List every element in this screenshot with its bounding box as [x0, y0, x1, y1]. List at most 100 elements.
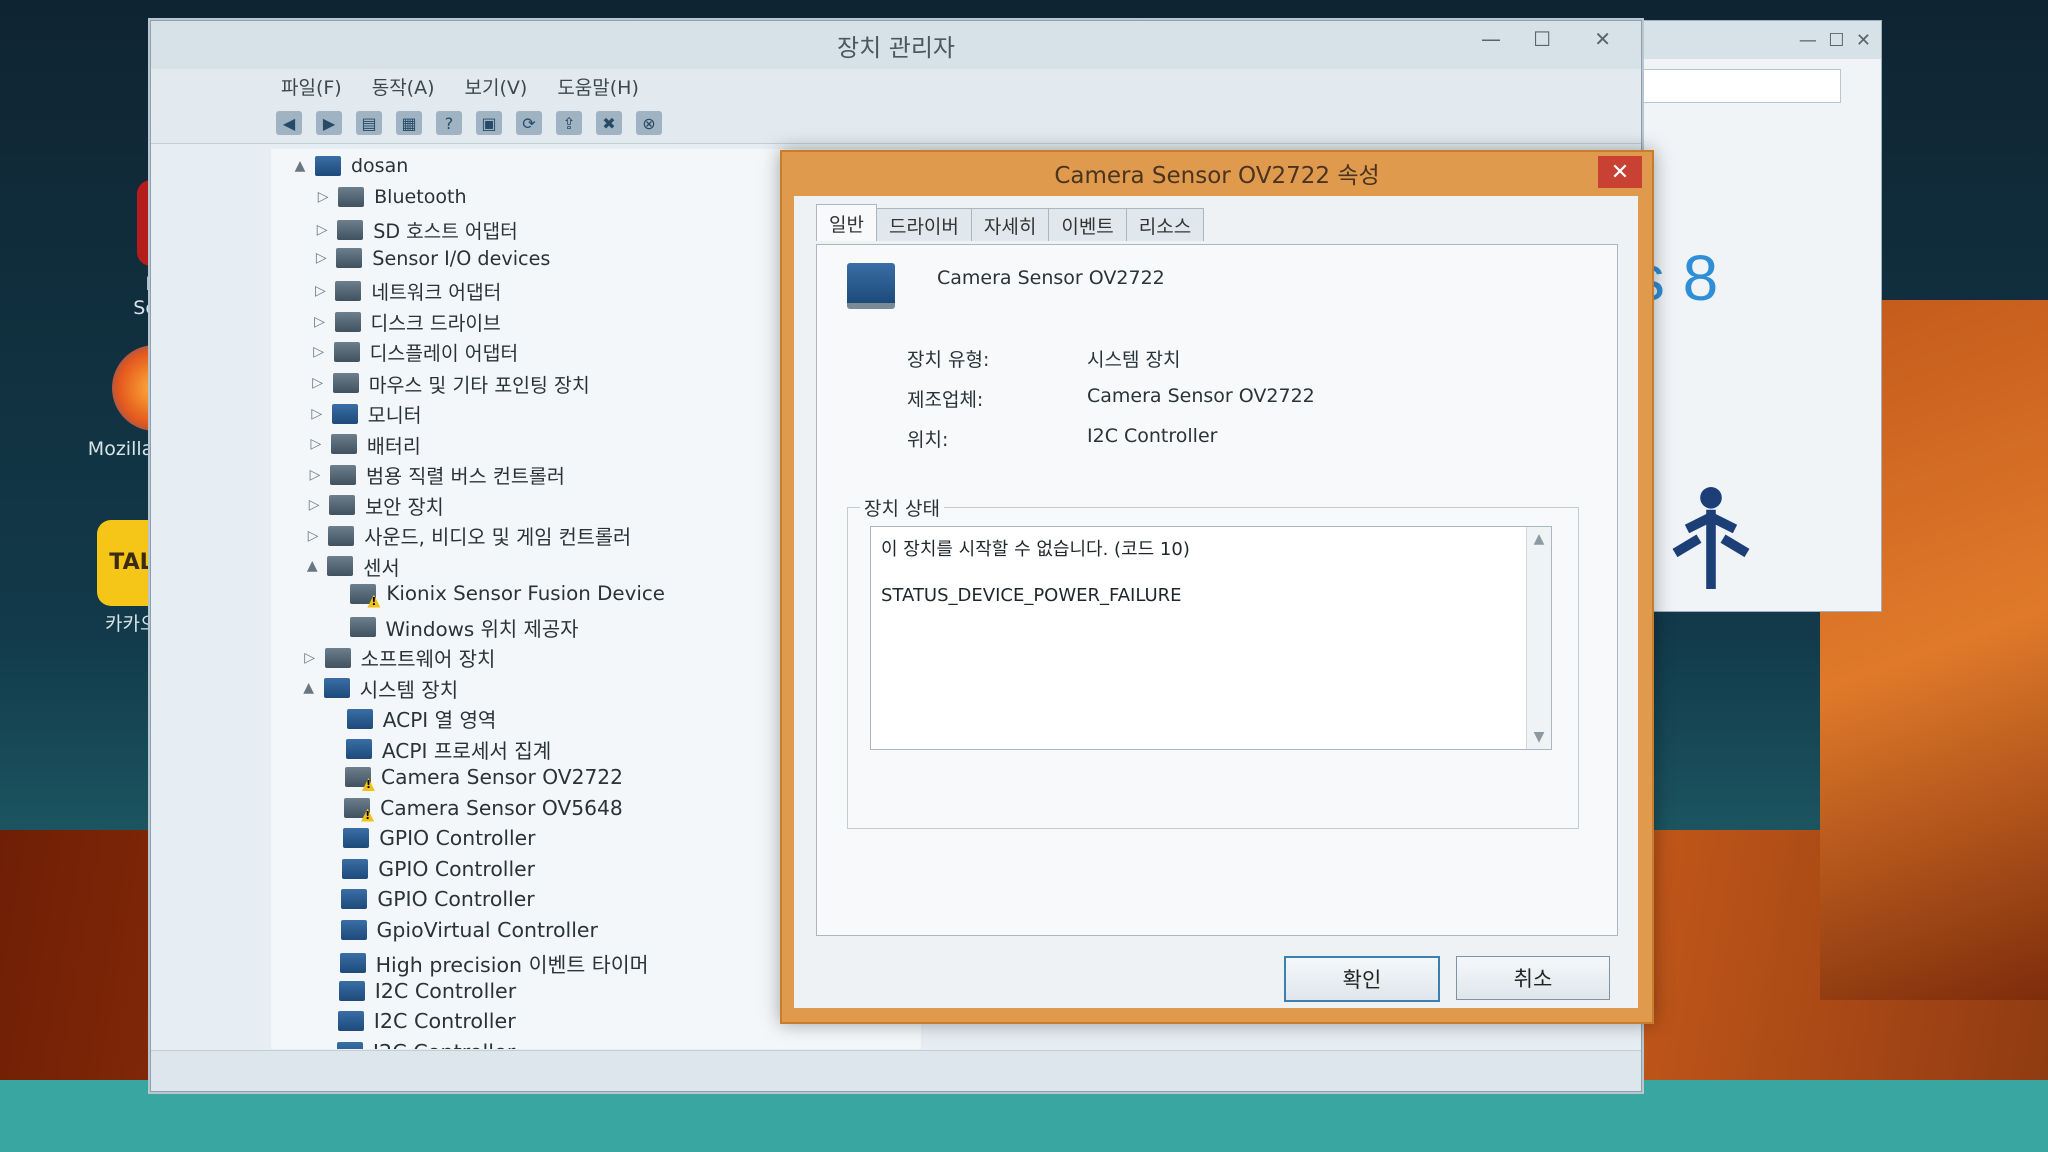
scroll-down-icon[interactable]: ▼: [1527, 729, 1551, 745]
devmgr-title: 장치 관리자: [836, 33, 956, 62]
expand-toggle-icon[interactable]: ▷: [311, 314, 329, 330]
tree-node[interactable]: GPIO Controller: [319, 826, 536, 850]
tree-node[interactable]: ▷ 소프트웨어 장치: [301, 643, 495, 672]
tree-node[interactable]: I2C Controller: [314, 1009, 516, 1033]
tree-node[interactable]: ▷ 디스크 드라이브: [311, 308, 501, 336]
tree-node[interactable]: Camera Sensor OV5648: [320, 796, 623, 820]
tree-node[interactable]: ▷ Bluetooth: [314, 186, 467, 208]
device-category-icon: [329, 495, 356, 515]
expand-toggle-icon[interactable]: ▷: [312, 250, 330, 266]
tree-node[interactable]: ▷ 마우스 및 기타 포인팅 장치: [309, 369, 590, 398]
menu-action[interactable]: 동작(A): [372, 73, 435, 100]
tree-node[interactable]: ▷ 보안 장치: [305, 491, 444, 520]
tree-node[interactable]: ACPI 프로세서 집계: [322, 735, 551, 764]
computer-device-icon: [339, 953, 366, 973]
tree-node[interactable]: ▷ 범용 직렬 버스 컨트롤러: [306, 460, 565, 489]
help-icon[interactable]: ?: [436, 111, 462, 135]
tree-node-label: 보안 장치: [365, 495, 444, 519]
expand-toggle-icon[interactable]: ▷: [306, 467, 324, 483]
tree-node[interactable]: I2C Controller: [313, 1040, 515, 1049]
scroll-up-icon[interactable]: ▲: [1527, 527, 1551, 547]
expand-toggle-icon[interactable]: ▷: [313, 222, 331, 238]
scan-hardware-icon[interactable]: ⟳: [516, 111, 542, 135]
device-status-textbox[interactable]: 이 장치를 시작할 수 없습니다. (코드 10) STATUS_DEVICE_…: [870, 526, 1552, 750]
ok-button[interactable]: 확인: [1284, 956, 1440, 1002]
update-driver-icon[interactable]: ⇪: [556, 111, 582, 135]
back-icon[interactable]: ◀: [276, 111, 302, 135]
expand-toggle-icon[interactable]: ▲: [303, 558, 321, 574]
tree-node-label: SD 호스트 어댑터: [373, 220, 518, 243]
tree-node[interactable]: Camera Sensor OV2722: [321, 765, 623, 789]
expand-toggle-icon[interactable]: ▷: [314, 189, 332, 205]
expand-toggle-icon[interactable]: ▷: [307, 436, 325, 452]
window-controls[interactable]: — ☐ ✕: [1799, 30, 1871, 51]
tab-resources[interactable]: 리소스: [1125, 208, 1205, 241]
device-warning-icon: [350, 583, 377, 604]
computer-device-icon: [342, 858, 369, 879]
tree-node-label: 모니터: [367, 404, 422, 427]
tree-node-label: 센서: [363, 556, 400, 580]
tree-node[interactable]: ▷ SD 호스트 어댑터: [313, 216, 518, 244]
expand-toggle-icon[interactable]: ▲: [300, 680, 318, 696]
uninstall-device-icon[interactable]: ⊗: [636, 111, 662, 135]
expand-toggle-icon[interactable]: ▷: [304, 528, 322, 544]
device-warning-icon: [345, 767, 371, 787]
tree-node[interactable]: GPIO Controller: [317, 887, 535, 911]
tree-node[interactable]: ▷ 모니터: [308, 399, 422, 428]
tree-node[interactable]: GpioVirtual Controller: [317, 918, 598, 942]
device-category-icon: [333, 342, 360, 362]
expand-toggle-icon[interactable]: ▷: [308, 406, 326, 422]
expand-toggle-icon[interactable]: ▷: [301, 650, 319, 666]
tree-node-label: Sensor I/O devices: [372, 246, 551, 270]
expand-toggle-icon[interactable]: ▷: [309, 375, 327, 391]
tree-node-label: High precision 이벤트 타이머: [375, 953, 649, 977]
tree-node[interactable]: GPIO Controller: [318, 857, 535, 881]
tab-general[interactable]: 일반: [816, 204, 877, 241]
tree-node[interactable]: ▷ 사운드, 비디오 및 게임 컨트롤러: [304, 521, 631, 550]
tree-node[interactable]: Kionix Sensor Fusion Device: [326, 582, 665, 605]
tree-node[interactable]: ▷ 디스플레이 어댑터: [310, 338, 518, 366]
expand-toggle-icon[interactable]: ▷: [310, 344, 328, 360]
device-category-icon: [327, 556, 354, 576]
close-icon[interactable]: ✕: [1594, 27, 1611, 51]
tree-node[interactable]: ▷ 배터리: [307, 430, 421, 459]
tree-node[interactable]: ▲ dosan: [291, 155, 409, 177]
tree-node[interactable]: ▷ 네트워크 어댑터: [311, 277, 501, 305]
tree-node-label: Kionix Sensor Fusion Device: [386, 582, 665, 605]
expand-toggle-icon[interactable]: ▷: [311, 283, 329, 299]
cancel-button[interactable]: 취소: [1456, 956, 1610, 1000]
menu-file[interactable]: 파일(F): [281, 73, 342, 100]
tab-driver[interactable]: 드라이버: [875, 208, 972, 241]
tree-node[interactable]: I2C Controller: [315, 979, 516, 1003]
status-scrollbar[interactable]: ▲ ▼: [1526, 527, 1551, 749]
tree-node-label: 범용 직렬 버스 컨트롤러: [366, 465, 565, 488]
figure-logo-icon: [1672, 487, 1750, 589]
tree-node[interactable]: High precision 이벤트 타이머: [316, 948, 649, 978]
tab-events[interactable]: 이벤트: [1048, 208, 1127, 241]
tree-node[interactable]: ACPI 열 영역: [323, 704, 496, 733]
menu-help[interactable]: 도움말(H): [557, 73, 639, 100]
computer-device-icon: [341, 889, 368, 909]
dialog-close-icon[interactable]: ✕: [1598, 156, 1642, 188]
menu-view[interactable]: 보기(V): [465, 73, 528, 100]
properties-icon[interactable]: ▦: [396, 111, 422, 135]
minimize-icon[interactable]: —: [1481, 27, 1501, 51]
expand-toggle-icon[interactable]: ▲: [291, 158, 309, 174]
disable-device-icon[interactable]: ✖: [596, 111, 622, 135]
tree-node[interactable]: ▲ 시스템 장치: [300, 674, 458, 703]
tree-node[interactable]: ▲ 센서: [303, 552, 400, 581]
expand-toggle-icon[interactable]: ▷: [305, 497, 323, 513]
tree-view-icon[interactable]: ▤: [356, 111, 382, 135]
computer-device-icon: [345, 739, 372, 759]
tree-node-label: 사운드, 비디오 및 게임 컨트롤러: [364, 526, 632, 549]
tree-node[interactable]: ▷ Sensor I/O devices: [312, 247, 550, 270]
maximize-icon[interactable]: ☐: [1533, 27, 1551, 51]
forward-icon[interactable]: ▶: [316, 111, 342, 135]
tree-node-label: 배터리: [366, 434, 421, 458]
console-icon[interactable]: ▣: [476, 111, 502, 135]
status-line: 이 장치를 시작할 수 없습니다. (코드 10): [881, 539, 1190, 560]
devmgr-titlebar: 장치 관리자 — ☐ ✕: [151, 21, 1641, 69]
tree-node[interactable]: Windows 위치 제공자: [326, 613, 578, 642]
device-category-icon: [349, 617, 376, 637]
tab-details[interactable]: 자세히: [970, 208, 1050, 241]
